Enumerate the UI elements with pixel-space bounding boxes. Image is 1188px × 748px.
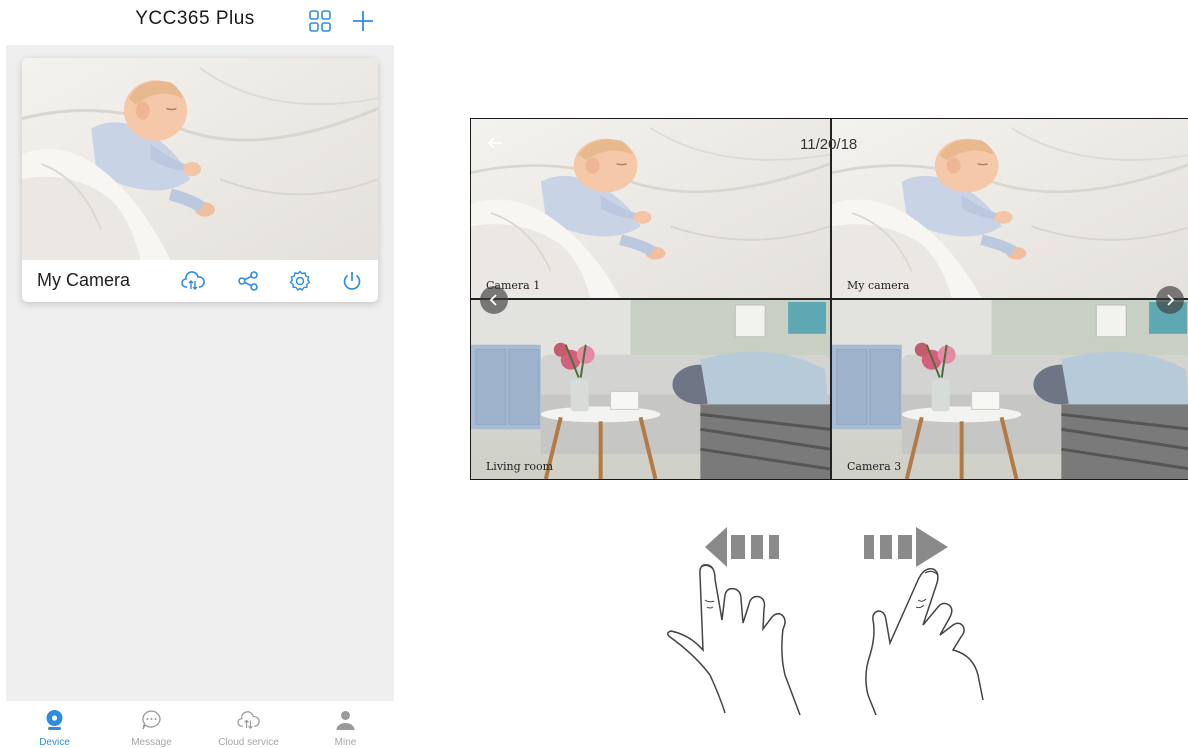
nav-mine[interactable]: Mine xyxy=(297,701,394,748)
bottom-navigation: Device Message Cloud service Mine xyxy=(6,701,394,748)
camera-preview[interactable] xyxy=(22,58,378,260)
nav-label: Device xyxy=(39,737,70,748)
camera-tile[interactable]: Living room xyxy=(471,300,830,479)
chevron-left-icon xyxy=(489,294,497,306)
swipe-right-hand-icon xyxy=(864,527,984,715)
nav-cloud-service[interactable]: Cloud service xyxy=(200,701,297,748)
swipe-left-hand-icon xyxy=(667,527,801,715)
device-name: My Camera xyxy=(37,270,131,290)
back-arrow-icon[interactable] xyxy=(485,133,505,153)
tile-label: My camera xyxy=(847,279,910,292)
next-page-button[interactable] xyxy=(1156,286,1184,314)
nav-message[interactable]: Message xyxy=(103,701,200,748)
date-overlay: 11/20/18 xyxy=(800,136,858,153)
person-icon xyxy=(336,711,355,730)
camera-tile[interactable]: Camera 1 xyxy=(471,119,830,298)
device-card[interactable]: My Camera xyxy=(22,58,378,302)
chat-bubble-icon xyxy=(142,710,161,730)
multi-view-grid: Camera 1 My camera Living room Camera 3 … xyxy=(470,118,1188,480)
camera-tile[interactable]: My camera xyxy=(832,119,1188,298)
nav-label: Message xyxy=(131,737,172,748)
previous-page-button[interactable] xyxy=(480,286,508,314)
grid-view-icon[interactable] xyxy=(309,10,331,32)
camera-icon xyxy=(46,710,63,730)
share-icon[interactable] xyxy=(236,269,260,293)
nav-device[interactable]: Device xyxy=(6,701,103,748)
plus-icon[interactable] xyxy=(351,9,375,33)
cloud-sync-icon[interactable] xyxy=(181,269,205,293)
nav-label: Cloud service xyxy=(218,737,279,748)
camera-tile[interactable]: Camera 3 xyxy=(832,300,1188,479)
tile-label: Camera 3 xyxy=(847,460,902,473)
power-icon[interactable] xyxy=(340,269,364,293)
device-card-toolbar: My Camera xyxy=(22,260,378,302)
app-title: YCC365 Plus xyxy=(135,8,255,29)
cloud-sync-icon xyxy=(237,711,260,729)
settings-icon[interactable] xyxy=(288,269,312,293)
chevron-right-icon xyxy=(1167,294,1175,306)
tile-label: Living room xyxy=(486,460,554,473)
nav-label: Mine xyxy=(334,737,357,748)
